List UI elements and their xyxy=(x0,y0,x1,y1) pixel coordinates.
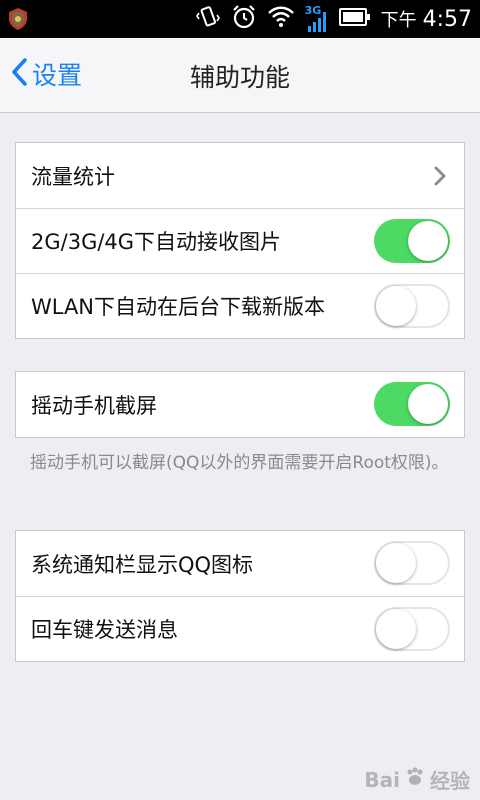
row-enter-to-send: 回车键发送消息 xyxy=(16,596,464,661)
row-shake-screenshot: 摇动手机截屏 xyxy=(16,372,464,437)
battery-icon xyxy=(338,7,371,31)
navigation-bar: 设置 辅助功能 xyxy=(0,38,480,113)
row-notification-icon: 系统通知栏显示QQ图标 xyxy=(16,531,464,596)
settings-group-data: 流量统计 2G/3G/4G下自动接收图片 WLAN下自动在后台下载新版本 xyxy=(15,142,465,339)
baidu-paw-icon xyxy=(404,766,426,793)
toggle-knob xyxy=(376,609,416,649)
row-label: 回车键发送消息 xyxy=(31,618,178,642)
watermark-text-2: 经验 xyxy=(430,769,470,793)
row-label: 系统通知栏显示QQ图标 xyxy=(31,552,254,577)
shake-screenshot-toggle[interactable] xyxy=(374,382,450,426)
status-bar: 3G 下午 4:57 xyxy=(0,0,480,38)
alarm-icon xyxy=(231,4,257,34)
signal-icon: 3G xyxy=(305,4,329,34)
row-label: 流量统计 xyxy=(31,164,115,189)
row-label: WLAN下自动在后台下载新版本 xyxy=(31,295,326,319)
row-auto-receive-images: 2G/3G/4G下自动接收图片 xyxy=(16,208,464,273)
enter-to-send-toggle[interactable] xyxy=(374,607,450,651)
settings-group-shake: 摇动手机截屏 xyxy=(15,371,465,438)
wlan-auto-download-toggle[interactable] xyxy=(374,284,450,328)
toggle-knob xyxy=(376,286,416,326)
baidu-watermark: Bai 经验 xyxy=(364,765,470,794)
row-label: 2G/3G/4G下自动接收图片 xyxy=(31,230,282,254)
notification-icon-toggle[interactable] xyxy=(374,541,450,585)
page-title: 辅助功能 xyxy=(189,63,290,92)
row-wlan-auto-download: WLAN下自动在后台下载新版本 xyxy=(16,273,464,338)
toggle-knob xyxy=(408,221,448,261)
vibrate-icon xyxy=(195,4,221,34)
toggle-knob xyxy=(376,543,416,583)
toggle-knob xyxy=(408,384,448,424)
row-label: 摇动手机截屏 xyxy=(31,393,157,418)
wifi-icon xyxy=(267,5,295,33)
shake-footnote: 摇动手机可以截屏(QQ以外的界面需要开启Root权限)。 xyxy=(30,453,449,473)
app-shield-icon xyxy=(6,7,30,35)
settings-group-misc: 系统通知栏显示QQ图标 回车键发送消息 xyxy=(15,530,465,662)
chevron-right-icon xyxy=(430,164,450,188)
auto-receive-images-toggle[interactable] xyxy=(374,219,450,263)
status-time: 4:57 xyxy=(422,6,472,32)
status-ampm: 下午 xyxy=(380,10,417,31)
watermark-text: Bai xyxy=(364,767,400,792)
row-traffic-stats[interactable]: 流量统计 xyxy=(16,143,464,208)
